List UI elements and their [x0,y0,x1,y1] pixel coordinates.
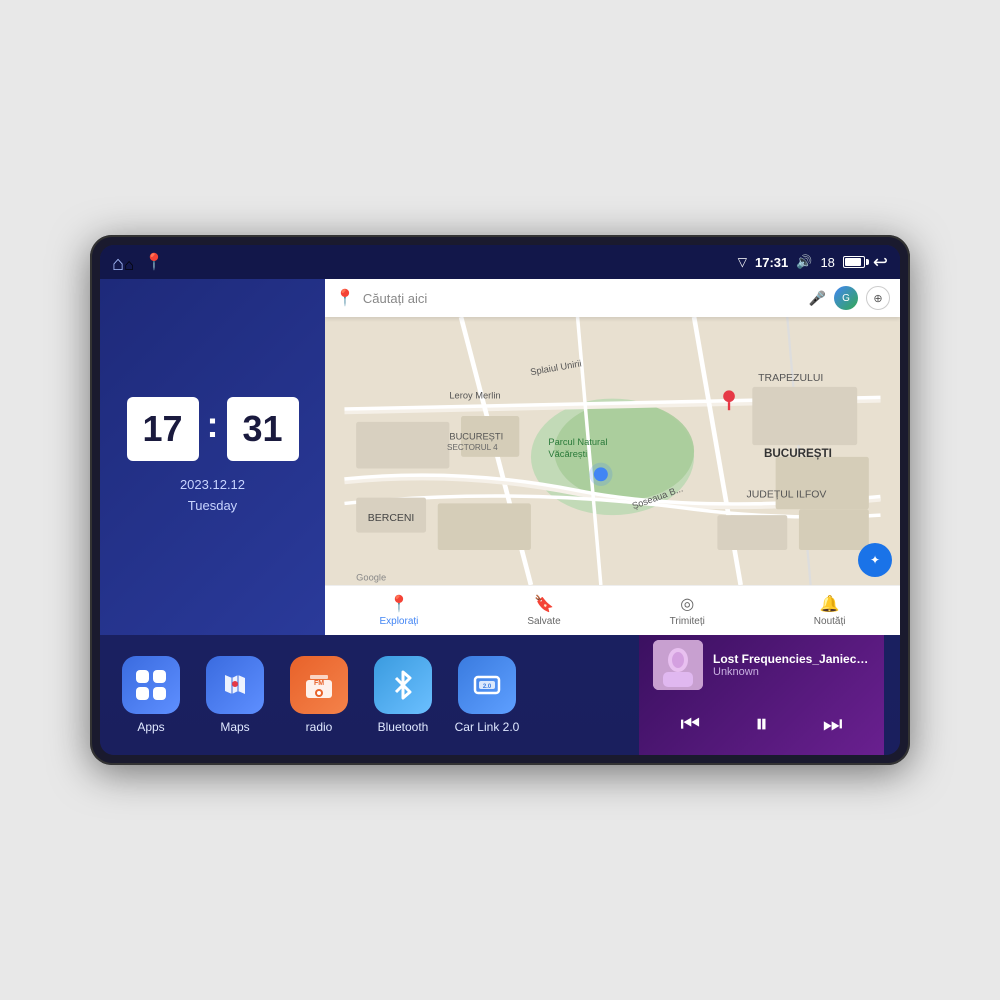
back-icon[interactable]: ↩ [873,252,888,273]
battery-icon [843,256,865,268]
svg-text:Leroy Merlin: Leroy Merlin [449,391,500,401]
clock-hour: 17 [127,397,199,461]
map-background: TRAPEZULUI BUCUREȘTI JUDEȚUL ILFOV Parcu… [325,317,900,585]
svg-text:BUCUREȘTI: BUCUREȘTI [449,431,503,441]
explore-label: Explorați [379,616,418,627]
clock-display: 17 : 31 [127,397,299,461]
status-time: 17:31 [755,255,788,270]
app-bar: Apps Maps [100,635,900,755]
app-icon-maps[interactable]: Maps [200,656,270,734]
map-pin-icon[interactable]: 📍 [144,252,164,272]
map-bottom-nav: 📍 Explorați 🔖 Salvate ◎ Trimiteți 🔔 [325,585,900,635]
svg-text:✦: ✦ [870,553,880,567]
device-screen: ⌂ 📍 ▽ 17:31 🔊 18 ↩ 17 [100,245,900,755]
map-nav-explore[interactable]: 📍 Explorați [379,594,418,627]
apps-icon-box [122,656,180,714]
signal-icon: ▽ [738,255,747,269]
map-nav-send[interactable]: ◎ Trimiteți [670,594,705,627]
send-icon: ◎ [680,594,694,614]
map-topbar: 📍 Căutați aici 🎤 G ⊕ [325,279,900,317]
music-player: Lost Frequencies_Janieck Devy-... Unknow… [639,630,884,755]
music-next-button[interactable]: ⏭ [815,707,851,741]
car-display-device: ⌂ 📍 ▽ 17:31 🔊 18 ↩ 17 [90,235,910,765]
map-nav-saved[interactable]: 🔖 Salvate [527,594,560,627]
saved-icon: 🔖 [534,594,554,614]
app-icon-carlink[interactable]: 2.0 Car Link 2.0 [452,656,522,734]
explore-icon: 📍 [389,594,409,614]
status-left: ⌂ 📍 [112,252,164,272]
map-search-pin: 📍 [335,288,355,308]
music-play-button[interactable]: ⏸ [747,704,776,744]
clock-widget: 17 : 31 2023.12.12 Tuesday [100,279,325,635]
app-icon-radio[interactable]: FM radio [284,656,354,734]
volume-icon: 🔊 [796,254,812,270]
clock-minute: 31 [227,397,299,461]
radio-icon-box: FM [290,656,348,714]
news-label: Noutăți [814,616,846,627]
app-icon-bluetooth[interactable]: Bluetooth [368,656,438,734]
svg-text:Parcul Natural: Parcul Natural [548,437,607,447]
svg-text:2.0: 2.0 [483,684,492,690]
saved-label: Salvate [527,616,560,627]
status-right: ▽ 17:31 🔊 18 ↩ [738,252,888,273]
svg-text:TRAPEZULUI: TRAPEZULUI [758,373,823,384]
map-compass-button[interactable]: ✦ [858,543,892,577]
svg-text:JUDEȚUL ILFOV: JUDEȚUL ILFOV [747,490,827,501]
clock-date-value: 2023.12.12 [180,475,245,496]
app-icon-apps[interactable]: Apps [116,656,186,734]
carlink-icon-box: 2.0 [458,656,516,714]
music-title: Lost Frequencies_Janieck Devy-... [713,652,870,666]
music-controls: ⏮ ⏸ ⏭ [653,698,870,750]
svg-text:BERCENI: BERCENI [368,513,415,524]
svg-text:SECTORUL 4: SECTORUL 4 [447,443,498,452]
main-content: 17 : 31 2023.12.12 Tuesday 📍 Căutați aic… [100,279,900,755]
svg-text:BUCUREȘTI: BUCUREȘTI [764,447,832,460]
map-widget[interactable]: 📍 Căutați aici 🎤 G ⊕ [325,279,900,635]
clock-colon: : [207,404,219,446]
volume-level: 18 [820,255,834,270]
bluetooth-icon-box [374,656,432,714]
map-layers-button[interactable]: ⊕ [866,286,890,310]
music-prev-button[interactable]: ⏮ [672,707,708,741]
map-mic-icon[interactable]: 🎤 [809,290,826,307]
status-bar: ⌂ 📍 ▽ 17:31 🔊 18 ↩ [100,245,900,279]
svg-text:Google: Google [356,572,386,582]
top-section: 17 : 31 2023.12.12 Tuesday 📍 Căutați aic… [100,279,900,635]
music-info-row: Lost Frequencies_Janieck Devy-... Unknow… [653,640,870,690]
svg-text:FM: FM [314,680,324,687]
apps-label: Apps [137,720,164,734]
send-label: Trimiteți [670,616,705,627]
news-icon: 🔔 [820,594,840,614]
bluetooth-label: Bluetooth [378,720,429,734]
carlink-label: Car Link 2.0 [455,720,520,734]
home-icon[interactable]: ⌂ [112,253,134,271]
map-search-field[interactable]: Căutați aici [363,291,801,306]
maps-label: Maps [220,720,249,734]
music-text: Lost Frequencies_Janieck Devy-... Unknow… [713,652,870,678]
map-avatar[interactable]: G [834,286,858,310]
clock-date: 2023.12.12 Tuesday [180,475,245,517]
app-icons-row: Apps Maps [116,656,639,734]
maps-icon-box [206,656,264,714]
music-thumbnail-image [653,640,703,690]
music-artist: Unknown [713,666,870,678]
music-thumbnail [653,640,703,690]
svg-text:Văcărești: Văcărești [548,449,587,459]
clock-day-value: Tuesday [180,496,245,517]
map-nav-news[interactable]: 🔔 Noutăți [814,594,846,627]
radio-label: radio [306,720,333,734]
